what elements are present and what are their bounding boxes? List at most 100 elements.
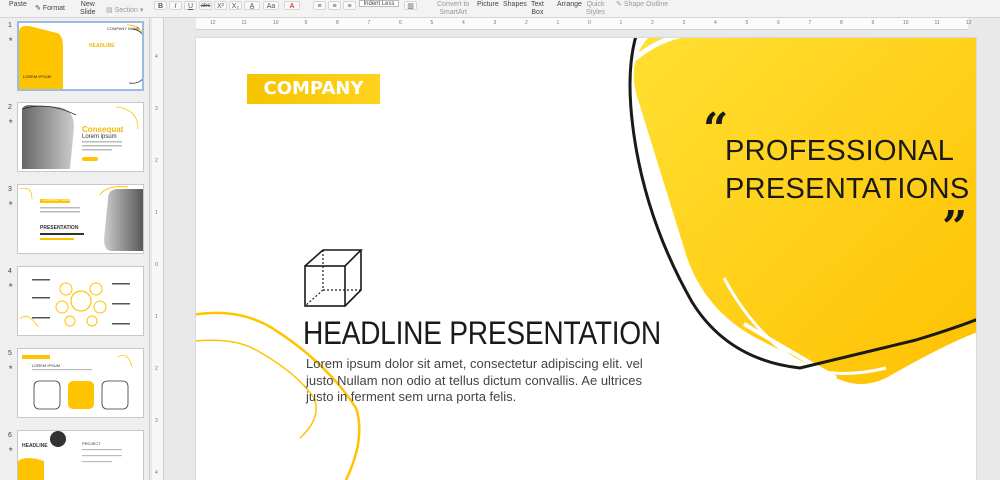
slide-star-icon: ★ <box>8 283 14 289</box>
indent-less-button[interactable]: Indent Less <box>359 0 399 7</box>
quick-styles-button[interactable]: Quick Styles <box>586 1 605 17</box>
thumb-lorem: LOREM IPSUM <box>23 74 52 79</box>
body-text[interactable]: Lorem ipsum dolor sit amet, consectetur … <box>306 356 646 406</box>
format-label: Format <box>42 5 65 12</box>
horizontal-ruler: 12 11 10 9 8 7 6 5 4 3 2 1 0 1 2 3 4 5 6 7 8 9 10 11 12 <box>196 18 972 30</box>
ruler-tick-label: 5 <box>745 20 749 26</box>
thumb-presentation: PRESENTATION <box>40 225 79 231</box>
slide-thumbnail-pane: 1 ★ COMPANY NAME HEADLINE LOREM IPSUM 2 … <box>0 18 150 480</box>
font-color-button[interactable]: A <box>284 1 300 10</box>
align-left-button[interactable]: ≡ <box>313 1 326 10</box>
ruler-tick-label: 3 <box>493 20 497 26</box>
slide-thumbnail-4[interactable] <box>17 266 144 336</box>
strikethrough-button[interactable]: abc <box>199 1 212 10</box>
ruler-tick-label: 0 <box>588 20 591 26</box>
slide-number: 6 <box>8 432 12 439</box>
ruler-tick-label: 4 <box>155 54 158 60</box>
columns-button[interactable]: ▥ <box>404 1 417 10</box>
ruler-tick-label: 6 <box>777 20 780 26</box>
subscript-button[interactable]: X₂ <box>229 1 242 10</box>
slide-thumbnail-2[interactable]: Consequat Lorem ipsum <box>17 102 144 172</box>
convert-smartart-button[interactable]: Convert to SmartArt <box>437 1 469 17</box>
ruler-tick-label: 12 <box>210 20 216 26</box>
superscript-button[interactable]: X² <box>214 1 227 10</box>
textbox-button[interactable]: Text Box <box>531 1 544 17</box>
thumb-company-name: COMPANY NAME <box>107 26 140 31</box>
format-painter-icon: ✎ <box>35 5 41 12</box>
align-right-button[interactable]: ≡ <box>343 1 356 10</box>
shape-outline-button[interactable]: ✎ Shape Outline <box>616 1 668 9</box>
ruler-tick-label: 4 <box>155 470 158 476</box>
picture-button[interactable]: Picture <box>477 1 499 9</box>
thumbnail-graphics <box>21 105 139 169</box>
ruler-tick-label: 1 <box>155 210 158 216</box>
section-dropdown[interactable]: ▤ Section ▾ <box>106 7 143 15</box>
arrange-button[interactable]: Arrange <box>557 1 582 9</box>
thumb-project: PROJECT <box>82 441 101 446</box>
ruler-tick-label: 6 <box>399 20 402 26</box>
bold-button[interactable]: B <box>154 1 167 10</box>
ruler-tick-label: 8 <box>336 20 339 26</box>
ruler-tick-label: 10 <box>903 20 909 26</box>
company-label[interactable]: COMPANY <box>247 74 380 104</box>
ruler-tick-label: 10 <box>273 20 279 26</box>
underline-button[interactable]: U <box>184 1 197 10</box>
pen-icon: ✎ <box>616 1 622 8</box>
ruler-tick-label: 12 <box>966 20 972 26</box>
section-label: Section <box>114 7 138 14</box>
shapes-button[interactable]: Shapes <box>503 1 527 9</box>
slide-star-icon: ★ <box>8 365 14 371</box>
ruler-tick-label: 8 <box>840 20 843 26</box>
slide-thumbnail-6[interactable]: HEADLINE PROJECT <box>17 430 144 480</box>
highlight-button[interactable]: A̲ <box>244 1 260 10</box>
slide-thumbnail-1[interactable]: COMPANY NAME HEADLINE LOREM IPSUM <box>17 21 144 91</box>
thumbnail-graphics <box>22 354 133 410</box>
ruler-tick-label: 9 <box>871 20 875 26</box>
slide-number: 1 <box>8 22 12 29</box>
ruler-tick-label: 9 <box>304 20 308 26</box>
ruler-tick-label: 1 <box>155 314 158 320</box>
text-size-icon: Aa <box>266 3 276 10</box>
ruler-tick-label: 11 <box>934 20 940 26</box>
ribbon-toolbar: Paste ✎ Format New Slide ▤ Section ▾ B I… <box>0 0 1000 18</box>
ruler-tick-label: 11 <box>241 20 247 26</box>
thumb-headline: HEADLINE <box>22 443 48 449</box>
section-icon: ▤ <box>106 7 113 14</box>
ruler-tick-label: 3 <box>682 20 686 26</box>
slide-number: 3 <box>8 186 12 193</box>
thumb-subtitle: Lorem ipsum <box>82 134 117 140</box>
headline-presentation-title[interactable]: HEADLINE PRESENTATION <box>303 315 661 352</box>
italic-button[interactable]: I <box>169 1 182 10</box>
slide-number: 2 <box>8 104 12 111</box>
thumbnail-graphics <box>19 279 130 328</box>
ruler-tick-label: 4 <box>714 20 717 26</box>
align-right-icon: ≡ <box>347 3 352 10</box>
vertical-ruler: 4 3 2 1 0 1 2 3 4 <box>152 18 164 480</box>
align-center-button[interactable]: ≡ <box>328 1 341 10</box>
professional-presentations-title[interactable]: PROFESSIONAL PRESENTATIONS <box>725 132 969 208</box>
ruler-tick-label: 3 <box>155 106 158 112</box>
slide-star-icon: ★ <box>8 201 14 207</box>
ruler-tick-label: 7 <box>808 20 812 26</box>
slide-thumbnail-5[interactable]: LOREM IPSUM <box>17 348 144 418</box>
new-slide-button[interactable]: New Slide <box>80 1 96 17</box>
thumb-title: Consequat <box>82 125 124 134</box>
thumb-company-name: COMPANY NAME <box>42 198 71 202</box>
paste-button[interactable]: Paste <box>9 1 27 9</box>
slide-star-icon: ★ <box>8 447 14 453</box>
ruler-tick-label: 2 <box>155 366 158 372</box>
slide-number: 5 <box>8 350 12 357</box>
ruler-tick-label: 2 <box>525 20 528 26</box>
ruler-tick-label: 1 <box>619 20 623 26</box>
format-painter-button[interactable]: ✎ Format <box>35 5 65 13</box>
thumbnail-graphics <box>19 24 142 89</box>
slide-star-icon: ★ <box>8 37 14 43</box>
slide-thumbnail-3[interactable]: COMPANY NAME PRESENTATION <box>17 184 144 254</box>
font-size-button[interactable]: Aa <box>263 1 279 10</box>
align-left-icon: ≡ <box>317 3 322 10</box>
title-line: PROFESSIONAL <box>725 135 955 167</box>
shape-outline-label: Shape Outline <box>623 1 669 8</box>
ruler-tick-label: 3 <box>155 418 158 424</box>
slide-canvas[interactable]: COMPANY “ PROFESSIONAL PRESENTATIONS ” HE… <box>196 38 976 480</box>
thumb-headline: HEADLINE <box>89 43 115 49</box>
